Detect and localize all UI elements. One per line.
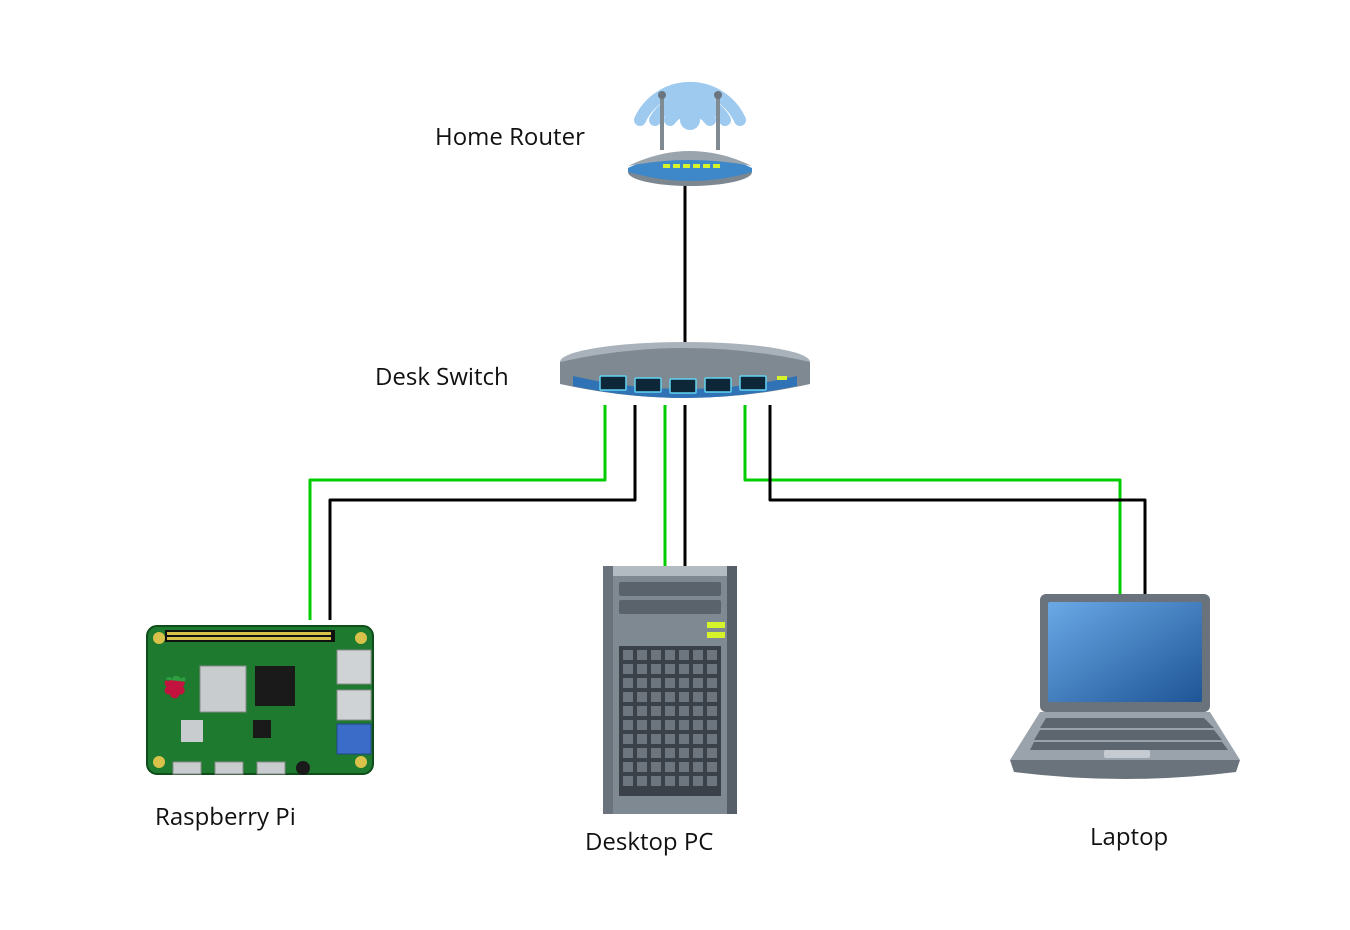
switch-icon [555, 340, 815, 410]
link-switch-laptop-black [770, 405, 1145, 600]
node-raspberry-pi [145, 620, 375, 780]
node-desk-switch [555, 340, 815, 410]
label-laptop: Laptop [1090, 820, 1168, 853]
label-raspberry-pi: Raspberry Pi [155, 800, 296, 833]
node-desktop-pc [595, 560, 745, 820]
raspberry-pi-icon [145, 620, 375, 780]
laptop-icon [1000, 590, 1250, 790]
link-switch-laptop-green [745, 405, 1120, 600]
link-switch-pi-green [310, 405, 605, 620]
label-home-router: Home Router [435, 120, 585, 153]
node-home-router [615, 60, 765, 190]
desktop-tower-icon [595, 560, 745, 820]
node-laptop [1000, 590, 1250, 790]
label-desk-switch: Desk Switch [375, 360, 509, 393]
link-switch-pi-black [330, 405, 635, 620]
router-icon [615, 60, 765, 190]
label-desktop-pc: Desktop PC [585, 825, 713, 858]
